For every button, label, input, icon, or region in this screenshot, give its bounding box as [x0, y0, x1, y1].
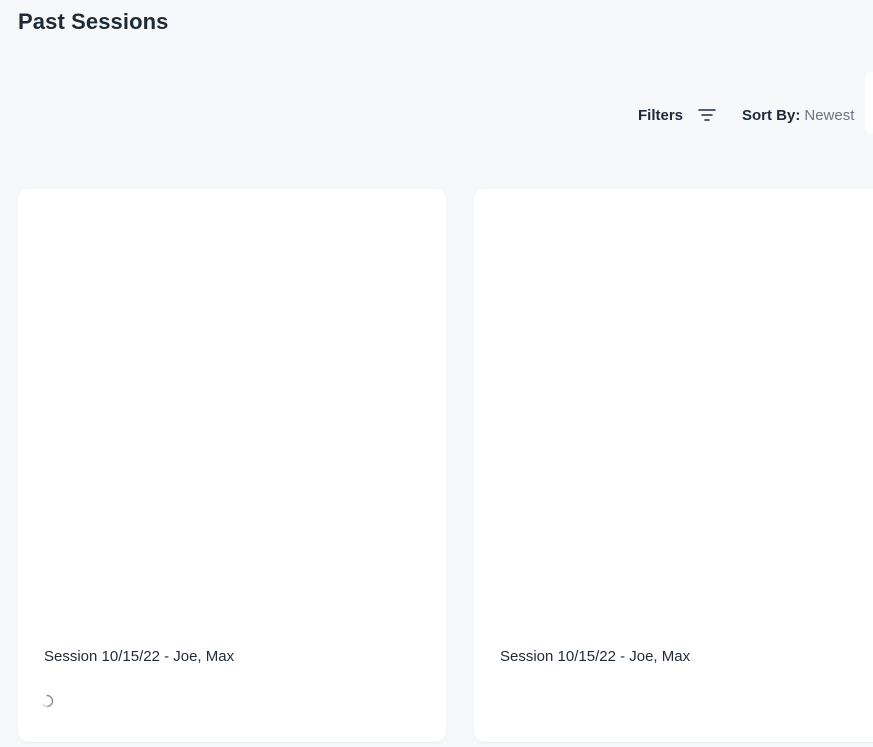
toolbar: Filters Sort By: Newest — [638, 104, 854, 126]
sort-value: Newest — [804, 106, 855, 124]
sort-dropdown[interactable]: Sort By: Newest — [742, 107, 854, 124]
session-title: Session 10/15/22 - Joe, Max — [500, 648, 691, 665]
loading-spinner-icon — [40, 694, 54, 708]
filter-lines-icon — [698, 108, 716, 122]
filters-label: Filters — [638, 106, 684, 124]
sort-label: Sort By: — [742, 106, 801, 124]
session-title: Session 10/15/22 - Joe, Max — [44, 648, 235, 665]
session-card[interactable]: Session 10/15/22 - Joe, Max — [18, 189, 446, 742]
page-title: Past Sessions — [18, 9, 169, 34]
filters-button[interactable]: Filters — [638, 107, 716, 124]
side-panel-tab[interactable] — [865, 72, 873, 134]
session-card[interactable]: Session 10/15/22 - Joe, Max — [474, 189, 873, 742]
